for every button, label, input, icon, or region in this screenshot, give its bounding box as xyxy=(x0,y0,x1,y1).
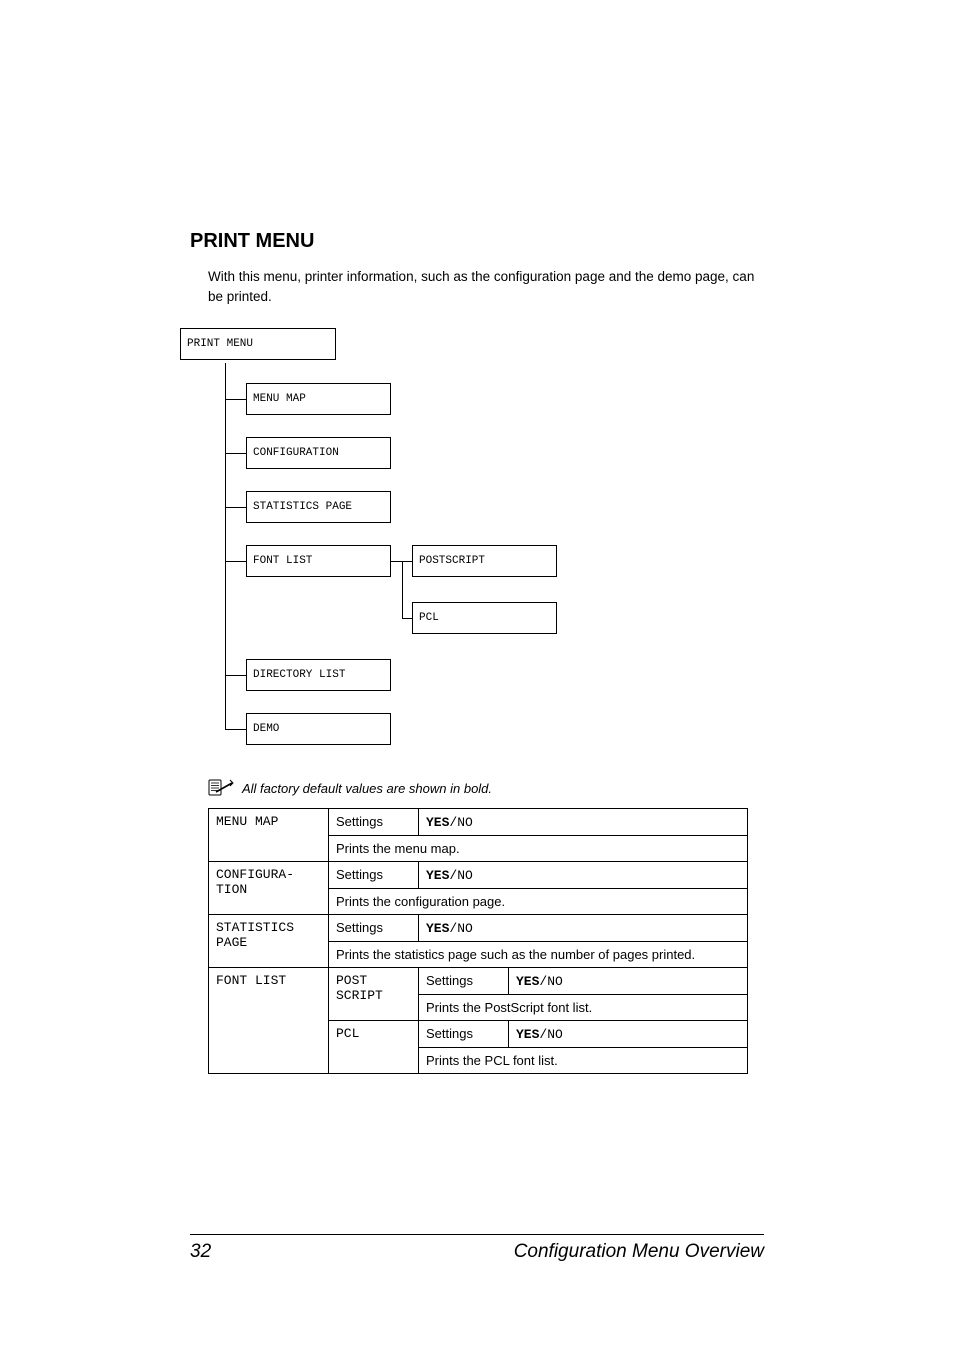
value-cell: YES/NO xyxy=(419,862,748,889)
settings-cell: Settings xyxy=(419,968,509,995)
desc-cell: Prints the statistics page such as the n… xyxy=(329,942,748,968)
settings-table: MENU MAP Settings YES/NO Prints the menu… xyxy=(208,808,748,1074)
tree-item-postscript: POSTSCRIPT xyxy=(412,545,557,577)
desc-cell: Prints the PCL font list. xyxy=(419,1048,748,1074)
row-label-statistics: STATISTICSPAGE xyxy=(209,915,329,968)
intro-paragraph: With this menu, printer information, suc… xyxy=(208,267,764,306)
tree-line xyxy=(402,561,403,619)
page-number: 32 xyxy=(190,1241,211,1263)
note-row: All factory default values are shown in … xyxy=(208,778,764,798)
tree-line xyxy=(225,507,246,508)
section-heading: PRINT MENU xyxy=(190,230,764,253)
tree-root: PRINT MENU xyxy=(180,328,336,360)
table-row: FONT LIST POSTSCRIPT Settings YES/NO xyxy=(209,968,748,995)
value-cell: YES/NO xyxy=(509,968,748,995)
row-label-configuration: CONFIGURA-TION xyxy=(209,862,329,915)
settings-cell: Settings xyxy=(329,809,419,836)
desc-cell: Prints the PostScript font list. xyxy=(419,995,748,1021)
value-cell: YES/NO xyxy=(419,809,748,836)
note-icon xyxy=(208,778,234,798)
tree-line xyxy=(225,561,246,562)
row-sub-postscript: POSTSCRIPT xyxy=(329,968,419,1021)
footer-title: Configuration Menu Overview xyxy=(514,1241,764,1263)
tree-item-configuration: CONFIGURATION xyxy=(246,437,391,469)
tree-line xyxy=(402,561,412,562)
settings-cell: Settings xyxy=(329,915,419,942)
row-sub-pcl: PCL xyxy=(329,1021,419,1074)
tree-line xyxy=(225,453,246,454)
value-cell: YES/NO xyxy=(419,915,748,942)
tree-item-directory-list: DIRECTORY LIST xyxy=(246,659,391,691)
tree-item-pcl: PCL xyxy=(412,602,557,634)
desc-cell: Prints the configuration page. xyxy=(329,889,748,915)
table-row: MENU MAP Settings YES/NO xyxy=(209,809,748,836)
tree-item-menu-map: MENU MAP xyxy=(246,383,391,415)
value-cell: YES/NO xyxy=(509,1021,748,1048)
desc-cell: Prints the menu map. xyxy=(329,836,748,862)
tree-item-font-list: FONT LIST xyxy=(246,545,391,577)
menu-tree: PRINT MENU MENU MAP CONFIGURATION STATIS… xyxy=(180,328,764,758)
tree-line xyxy=(225,675,246,676)
table-row: STATISTICSPAGE Settings YES/NO xyxy=(209,915,748,942)
table-row: CONFIGURA-TION Settings YES/NO xyxy=(209,862,748,889)
page-footer: 32 Configuration Menu Overview xyxy=(190,1234,764,1263)
settings-cell: Settings xyxy=(329,862,419,889)
row-label-menu-map: MENU MAP xyxy=(209,809,329,862)
tree-line xyxy=(402,618,412,619)
settings-cell: Settings xyxy=(419,1021,509,1048)
tree-line xyxy=(225,399,246,400)
tree-line xyxy=(225,729,246,730)
tree-item-statistics: STATISTICS PAGE xyxy=(246,491,391,523)
row-label-font-list: FONT LIST xyxy=(209,968,329,1074)
tree-item-demo: DEMO xyxy=(246,713,391,745)
note-text: All factory default values are shown in … xyxy=(242,781,492,796)
